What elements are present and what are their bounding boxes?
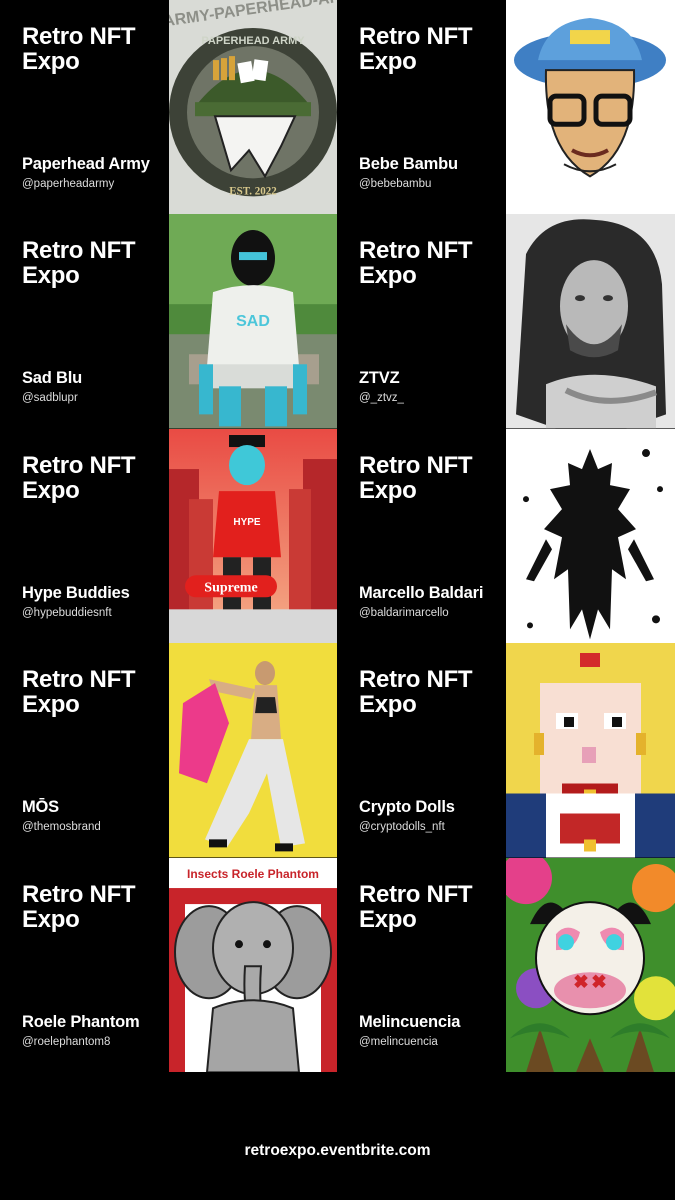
- event-title: Retro NFT Expo: [22, 451, 136, 504]
- artwork-mos: [169, 643, 337, 858]
- artist-handle: @cryptodolls_nft: [359, 821, 445, 834]
- artist-card-info: Retro NFT Expo Melincuencia @melincuenci…: [337, 857, 506, 1072]
- artist-card-info: Retro NFT Expo Paperhead Army @paperhead…: [0, 0, 169, 215]
- artist-card-info: Retro NFT Expo Roele Phantom @roelephant…: [0, 857, 169, 1072]
- artist-card-info: Retro NFT Expo Sad Blu @sadblupr: [0, 214, 169, 429]
- artwork-marcello-baldari: [506, 428, 675, 644]
- artist-card-info: Retro NFT Expo ZTVZ @_ztvz_: [337, 214, 506, 429]
- event-title: Retro NFT Expo: [359, 880, 473, 933]
- artist-grid: Retro NFT Expo Paperhead Army @paperhead…: [0, 0, 675, 1072]
- army-helmet-badge-icon: ARMY-PAPERHEAD-ARMY PAPERHEAD ARMY EST. …: [169, 0, 337, 215]
- artist-name: ZTVZ: [359, 369, 400, 388]
- artwork-crypto-dolls: [506, 643, 675, 858]
- event-url[interactable]: retroexpo.eventbrite.com: [0, 1142, 675, 1160]
- portrait-photo-icon: [506, 214, 675, 429]
- event-title: Retro NFT Expo: [22, 237, 136, 290]
- artwork-ztvz: [506, 214, 675, 429]
- bucket-hat-face-icon: [506, 0, 675, 215]
- artist-card-info: Retro NFT Expo MŌS @themosbrand: [0, 643, 169, 858]
- fashion-model-icon: [169, 643, 337, 858]
- artist-handle: @baldarimarcello: [359, 606, 449, 619]
- artwork-hype-buddies: HYPE Supreme: [169, 428, 337, 644]
- event-title: Retro NFT Expo: [359, 23, 473, 75]
- artwork-paperhead-army: ARMY-PAPERHEAD-ARMY PAPERHEAD ARMY EST. …: [169, 0, 337, 215]
- artist-card-info: Retro NFT Expo Crypto Dolls @cryptodolls…: [337, 643, 506, 858]
- artist-handle: @sadblupr: [22, 392, 78, 405]
- event-title: Retro NFT Expo: [22, 666, 136, 719]
- artist-handle: @bebebambu: [359, 178, 432, 190]
- artist-name: Bebe Bambu: [359, 155, 458, 173]
- artist-handle: @themosbrand: [22, 821, 101, 834]
- artwork-sad-blu: SAD: [169, 214, 337, 429]
- svg-text:HYPE: HYPE: [233, 517, 261, 528]
- artist-card-info: Retro NFT Expo Marcello Baldari @baldari…: [337, 428, 506, 644]
- masked-blue-figure-icon: SAD: [169, 214, 337, 429]
- ink-creature-icon: [506, 428, 675, 644]
- artist-card-info: Retro NFT Expo Bebe Bambu @bebebambu: [337, 0, 506, 215]
- artwork-bebe-bambu: [506, 0, 675, 215]
- svg-text:EST. 2022: EST. 2022: [229, 185, 277, 197]
- svg-text:PAPERHEAD ARMY: PAPERHEAD ARMY: [201, 35, 305, 47]
- artwork-melincuencia: [506, 857, 675, 1072]
- artist-name: Hype Buddies: [22, 583, 130, 602]
- cow-heart-glasses-icon: [506, 857, 675, 1072]
- event-title: Retro NFT Expo: [22, 23, 136, 75]
- artist-handle: @hypebuddiesnft: [22, 606, 112, 619]
- artist-name: MŌS: [22, 798, 59, 817]
- artist-name: Sad Blu: [22, 369, 83, 388]
- svg-text:Insects Roele Phantom: Insects Roele Phantom: [187, 867, 319, 881]
- event-title: Retro NFT Expo: [22, 880, 136, 933]
- artist-name: Melincuencia: [359, 1012, 461, 1031]
- event-title: Retro NFT Expo: [359, 237, 473, 290]
- pixel-doll-icon: [506, 643, 675, 858]
- skater-character-icon: HYPE Supreme: [169, 428, 337, 644]
- artist-card-info: Retro NFT Expo Hype Buddies @hypebuddies…: [0, 428, 169, 644]
- event-title: Retro NFT Expo: [359, 666, 473, 719]
- elephant-icon: Insects Roele Phantom: [169, 857, 337, 1072]
- artist-handle: @paperheadarmy: [22, 178, 115, 190]
- event-title: Retro NFT Expo: [359, 451, 473, 504]
- svg-text:Supreme: Supreme: [204, 580, 257, 595]
- artist-name: Paperhead Army: [22, 155, 150, 173]
- artist-handle: @melincuencia: [359, 1035, 438, 1048]
- artist-handle: @_ztvz_: [359, 392, 404, 405]
- artist-name: Crypto Dolls: [359, 798, 455, 817]
- artist-name: Marcello Baldari: [359, 583, 484, 602]
- svg-text:SAD: SAD: [236, 314, 270, 331]
- artist-name: Roele Phantom: [22, 1012, 140, 1031]
- artist-handle: @roelephantom8: [22, 1035, 111, 1048]
- artwork-roele-phantom: Insects Roele Phantom: [169, 857, 337, 1072]
